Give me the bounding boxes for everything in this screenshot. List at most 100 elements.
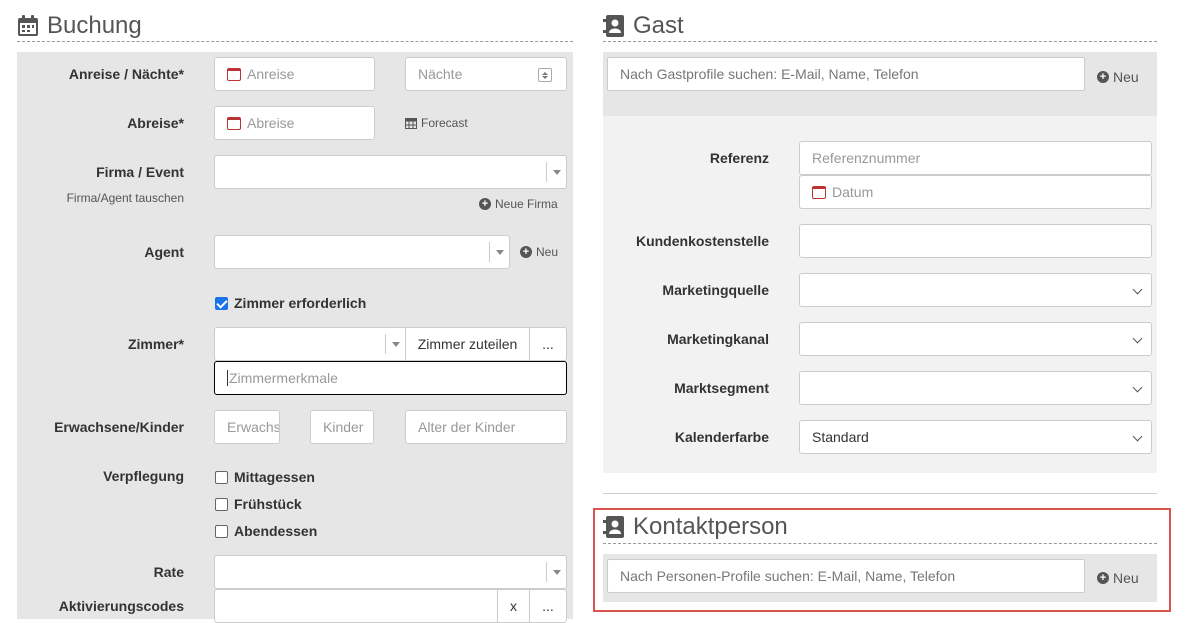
forecast-label: Forecast bbox=[421, 116, 468, 130]
meal-label: Abendessen bbox=[234, 523, 318, 539]
kontakt-divider bbox=[603, 543, 1157, 544]
chevron-down-icon bbox=[546, 162, 566, 182]
calendar-icon bbox=[227, 116, 241, 130]
naechte-input[interactable]: Nächte bbox=[405, 57, 567, 91]
verpflegung-label: Verpflegung bbox=[103, 468, 184, 484]
rate-label: Rate bbox=[153, 564, 184, 580]
naechte-placeholder: Nächte bbox=[418, 66, 463, 82]
meal-mittagessen-checkbox[interactable]: Mittagessen bbox=[215, 469, 315, 485]
gast-title: Gast bbox=[633, 12, 684, 39]
chevron-down-icon bbox=[489, 242, 509, 262]
agent-new-label: Neu bbox=[536, 245, 559, 259]
chevron-down-icon bbox=[1132, 333, 1143, 344]
chevron-down-icon bbox=[385, 334, 405, 354]
gast-search-placeholder: Nach Gastprofile suchen: E-Mail, Name, T… bbox=[620, 66, 919, 82]
abreise-placeholder: Abreise bbox=[247, 115, 295, 131]
anreise-input[interactable]: Anreise bbox=[214, 57, 375, 91]
aktivierung-clear-button[interactable]: x bbox=[497, 589, 530, 623]
plus-circle-icon: + bbox=[479, 198, 491, 210]
kostenstelle-input[interactable] bbox=[799, 224, 1152, 258]
anreise-label: Anreise / Nächte* bbox=[68, 66, 184, 82]
alter-placeholder: Alter der Kinder bbox=[418, 419, 516, 435]
kinder-placeholder: Kinder bbox=[323, 419, 364, 435]
erwachsene-placeholder: Erwachsene bbox=[227, 419, 280, 435]
forecast-link[interactable]: Forecast bbox=[405, 116, 468, 130]
gast-divider bbox=[603, 41, 1157, 42]
neue-firma-button[interactable]: + Neue Firma bbox=[479, 197, 558, 211]
contact-card-icon bbox=[603, 15, 624, 37]
meal-abendessen-checkbox[interactable]: Abendessen bbox=[215, 523, 317, 539]
checkbox-checked-icon[interactable] bbox=[215, 296, 228, 310]
aktivierung-label: Aktivierungscodes bbox=[58, 598, 184, 614]
text-cursor bbox=[227, 370, 228, 386]
kontakt-search-input[interactable]: Nach Personen-Profile suchen: E-Mail, Na… bbox=[607, 559, 1085, 593]
calendar-icon bbox=[812, 185, 826, 199]
kalenderfarbe-label: Kalenderfarbe bbox=[674, 429, 769, 445]
chevron-down-icon bbox=[1132, 431, 1143, 442]
datum-placeholder: Datum bbox=[832, 184, 874, 200]
gast-header: Gast bbox=[603, 12, 684, 40]
chevron-down-icon bbox=[546, 562, 566, 582]
section-divider bbox=[603, 493, 1157, 494]
zimmer-more-button[interactable]: ... bbox=[529, 327, 567, 361]
marketingkanal-label: Marketingkanal bbox=[667, 331, 769, 347]
kinder-input[interactable]: Kinder bbox=[310, 410, 374, 444]
meal-label: Mittagessen bbox=[234, 469, 315, 485]
marktsegment-label: Marktsegment bbox=[674, 380, 769, 396]
firma-label: Firma / Event bbox=[96, 164, 184, 180]
zimmermerkmale-placeholder: Zimmermerkmale bbox=[229, 370, 338, 386]
marketingkanal-select[interactable] bbox=[799, 322, 1152, 356]
plus-circle-icon: + bbox=[520, 246, 532, 258]
gast-new-button[interactable]: + Neu bbox=[1097, 69, 1139, 85]
kalenderfarbe-value: Standard bbox=[812, 429, 869, 445]
referenz-label: Referenz bbox=[709, 150, 769, 166]
rate-select[interactable] bbox=[214, 555, 567, 589]
kontakt-new-button[interactable]: + Neu bbox=[1097, 570, 1139, 586]
kostenstelle-label: Kundenkostenstelle bbox=[635, 233, 769, 249]
gast-search-input[interactable]: Nach Gastprofile suchen: E-Mail, Name, T… bbox=[607, 57, 1085, 91]
erwachsene-label: Erwachsene/Kinder bbox=[54, 419, 184, 435]
abreise-label: Abreise* bbox=[127, 115, 184, 131]
kontakt-search-placeholder: Nach Personen-Profile suchen: E-Mail, Na… bbox=[620, 568, 956, 584]
plus-circle-icon: + bbox=[1097, 572, 1109, 584]
agent-label: Agent bbox=[144, 244, 184, 260]
firma-swap-link[interactable]: Firma/Agent tauschen bbox=[17, 191, 184, 205]
zimmer-select[interactable] bbox=[214, 327, 406, 361]
zimmer-required-label: Zimmer erforderlich bbox=[234, 295, 367, 311]
chevron-down-icon bbox=[1132, 382, 1143, 393]
checkbox-icon[interactable] bbox=[215, 470, 228, 484]
zimmer-assign-button[interactable]: Zimmer zuteilen bbox=[405, 327, 530, 361]
zimmermerkmale-input[interactable]: Zimmermerkmale bbox=[214, 361, 567, 395]
kontakt-new-label: Neu bbox=[1113, 570, 1139, 586]
marketingquelle-label: Marketingquelle bbox=[662, 282, 769, 298]
table-icon bbox=[405, 117, 417, 129]
gast-new-label: Neu bbox=[1113, 69, 1139, 85]
firma-select[interactable] bbox=[214, 155, 567, 189]
buchung-header: Buchung bbox=[17, 12, 142, 40]
checkbox-icon[interactable] bbox=[215, 497, 228, 511]
marktsegment-select[interactable] bbox=[799, 371, 1152, 405]
checkbox-icon[interactable] bbox=[215, 524, 228, 538]
calendar-icon bbox=[18, 15, 38, 36]
aktivierung-input[interactable] bbox=[214, 589, 498, 623]
meal-fruehstueck-checkbox[interactable]: Frühstück bbox=[215, 496, 302, 512]
kontakt-header: Kontaktperson bbox=[603, 513, 788, 541]
agent-new-button[interactable]: + Neu bbox=[520, 245, 558, 259]
chevron-down-icon bbox=[1132, 284, 1143, 295]
kalenderfarbe-select[interactable]: Standard bbox=[799, 420, 1152, 454]
referenz-input[interactable]: Referenznummer bbox=[799, 141, 1152, 175]
abreise-input[interactable]: Abreise bbox=[214, 106, 375, 140]
zimmer-required-checkbox[interactable]: Zimmer erforderlich bbox=[215, 295, 366, 311]
alter-input[interactable]: Alter der Kinder bbox=[405, 410, 567, 444]
spinner-icon[interactable] bbox=[538, 68, 552, 82]
meal-label: Frühstück bbox=[234, 496, 302, 512]
datum-input[interactable]: Datum bbox=[799, 175, 1152, 209]
agent-select[interactable] bbox=[214, 235, 510, 269]
marketingquelle-select[interactable] bbox=[799, 273, 1152, 307]
contact-card-icon bbox=[603, 516, 624, 538]
plus-circle-icon: + bbox=[1097, 71, 1109, 83]
kontakt-title: Kontaktperson bbox=[633, 513, 788, 540]
aktivierung-more-button[interactable]: ... bbox=[529, 589, 567, 623]
referenz-placeholder: Referenznummer bbox=[812, 150, 921, 166]
erwachsene-input[interactable]: Erwachsene bbox=[214, 410, 280, 444]
